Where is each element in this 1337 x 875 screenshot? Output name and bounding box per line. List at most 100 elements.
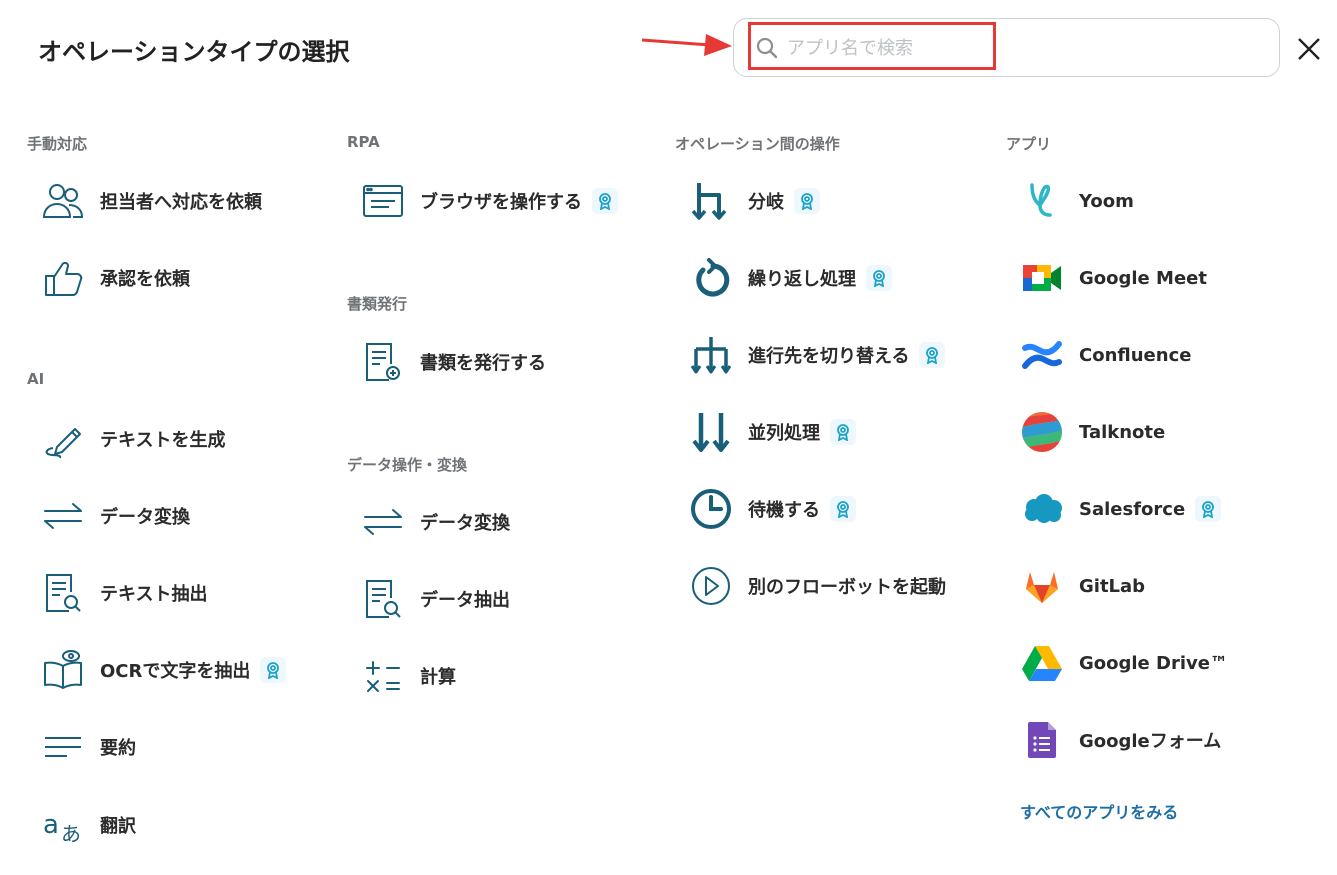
google-forms-icon (1019, 717, 1065, 763)
app-item-label: Talknote (1079, 421, 1166, 443)
op-item-loop[interactable]: 繰り返し処理 (688, 250, 892, 306)
app-item-label: Google Drive™ (1079, 652, 1228, 674)
op-item-label: 要約 (100, 738, 136, 759)
premium-badge-icon (866, 265, 892, 291)
app-item-label: Yoom (1079, 190, 1134, 212)
app-item-label: Confluence (1079, 344, 1192, 366)
op-item-label: 繰り返し処理 (748, 269, 856, 290)
thumbs-up-icon (40, 255, 86, 301)
premium-badge-icon (919, 342, 946, 368)
op-item-label: 分岐 (748, 192, 784, 213)
op-item-browser[interactable]: ブラウザを操作する (360, 173, 618, 229)
app-item-label: GitLab (1079, 575, 1146, 597)
browser-window-icon (360, 178, 406, 224)
premium-badge-icon (260, 657, 287, 683)
close-icon[interactable] (1295, 35, 1323, 63)
section-heading-manual: 手動対応 (27, 135, 88, 153)
app-item-label: Googleフォーム (1079, 731, 1222, 752)
op-item-label: ブラウザを操作する (420, 192, 582, 213)
lines-icon (40, 724, 86, 770)
branch-icon (688, 178, 734, 224)
svg-text:a: a (43, 810, 59, 840)
premium-badge-icon (830, 419, 856, 445)
op-item-label: 計算 (420, 667, 456, 688)
translate-icon: a あ (40, 802, 86, 848)
svg-text:あ: あ (61, 822, 81, 846)
document-search-icon (40, 570, 86, 616)
view-all-apps-link[interactable]: すべてのアプリをみる (1020, 799, 1178, 823)
op-item-data-convert[interactable]: データ変換 (360, 494, 510, 550)
salesforce-icon (1019, 486, 1065, 532)
op-item-label: 翻訳 (100, 816, 136, 837)
op-item-label: 進行先を切り替える (748, 346, 910, 367)
app-item-google-forms[interactable]: Googleフォーム (1019, 712, 1221, 768)
app-item-talknote[interactable]: Talknote (1019, 404, 1165, 460)
op-item-ocr[interactable]: OCRで文字を抽出 (40, 642, 287, 698)
op-item-branch[interactable]: 分岐 (688, 173, 820, 229)
talknote-icon (1019, 409, 1065, 455)
calculator-icon (360, 653, 406, 699)
op-item-data-extract[interactable]: データ抽出 (360, 571, 510, 627)
app-item-label: Salesforce (1079, 498, 1186, 520)
section-heading-ai: AI (27, 370, 45, 388)
op-item-label: 書類を発行する (420, 353, 546, 374)
op-item-assign-task[interactable]: 担当者へ対応を依頼 (40, 173, 262, 229)
document-add-icon (360, 339, 406, 385)
section-heading-ops: オペレーション間の操作 (675, 135, 840, 153)
op-item-label: 承認を依頼 (100, 269, 190, 290)
op-item-label: データ抽出 (420, 590, 510, 611)
app-item-yoom[interactable]: Yoom (1019, 173, 1134, 229)
op-item-request-approval[interactable]: 承認を依頼 (40, 250, 190, 306)
confluence-icon (1019, 332, 1065, 378)
app-item-google-drive[interactable]: Google Drive™ (1019, 635, 1228, 691)
people-icon (40, 178, 86, 224)
exchange-arrows-icon (360, 499, 406, 545)
op-item-label: 並列処理 (748, 423, 820, 444)
op-item-label: 担当者へ対応を依頼 (100, 192, 262, 213)
play-circle-icon (688, 563, 734, 609)
op-item-calculate[interactable]: 計算 (360, 648, 456, 704)
op-item-extract-text[interactable]: テキスト抽出 (40, 565, 207, 621)
op-item-parallel[interactable]: 並列処理 (688, 404, 856, 460)
section-heading-docs: 書類発行 (347, 295, 408, 313)
op-item-launch-flowbot[interactable]: 別のフローボットを起動 (688, 558, 946, 614)
op-item-switch-route[interactable]: 進行先を切り替える (688, 327, 946, 383)
premium-badge-icon (1195, 496, 1222, 522)
op-item-label: データ変換 (100, 507, 190, 528)
search-highlight-annotation (748, 22, 996, 70)
app-item-salesforce[interactable]: Salesforce (1019, 481, 1222, 537)
red-arrow-annotation (641, 34, 732, 56)
google-drive-icon (1019, 640, 1065, 686)
loop-icon (688, 255, 734, 301)
op-item-summarize[interactable]: 要約 (40, 719, 136, 775)
app-item-gitlab[interactable]: GitLab (1019, 558, 1145, 614)
op-item-label: 別のフローボットを起動 (748, 577, 946, 598)
op-item-label: OCRで文字を抽出 (100, 661, 251, 682)
pen-icon (40, 416, 86, 462)
premium-badge-icon (592, 188, 618, 214)
app-item-google-meet[interactable]: Google Meet (1019, 250, 1207, 306)
section-heading-apps: アプリ (1006, 135, 1052, 153)
op-item-label: データ変換 (420, 513, 510, 534)
switch-route-icon (688, 332, 734, 378)
premium-badge-icon (830, 496, 856, 522)
app-item-label: Google Meet (1079, 267, 1207, 289)
google-meet-icon (1019, 255, 1065, 301)
document-search-icon (360, 576, 406, 622)
gitlab-icon (1019, 563, 1065, 609)
op-item-ai-data-convert[interactable]: データ変換 (40, 488, 190, 544)
clock-icon (688, 486, 734, 532)
parallel-arrows-icon (688, 409, 734, 455)
app-item-confluence[interactable]: Confluence (1019, 327, 1191, 383)
op-item-issue-document[interactable]: 書類を発行する (360, 334, 546, 390)
op-item-label: 待機する (748, 500, 820, 521)
exchange-arrows-icon (40, 493, 86, 539)
yoom-logo-icon (1019, 178, 1065, 224)
section-heading-data: データ操作・変換 (347, 456, 468, 474)
op-item-translate[interactable]: a あ 翻訳 (40, 797, 136, 853)
premium-badge-icon (794, 188, 820, 214)
op-item-label: テキスト抽出 (100, 584, 208, 605)
op-item-generate-text[interactable]: テキストを生成 (40, 411, 225, 467)
op-item-wait[interactable]: 待機する (688, 481, 856, 537)
book-eye-icon (40, 647, 86, 693)
